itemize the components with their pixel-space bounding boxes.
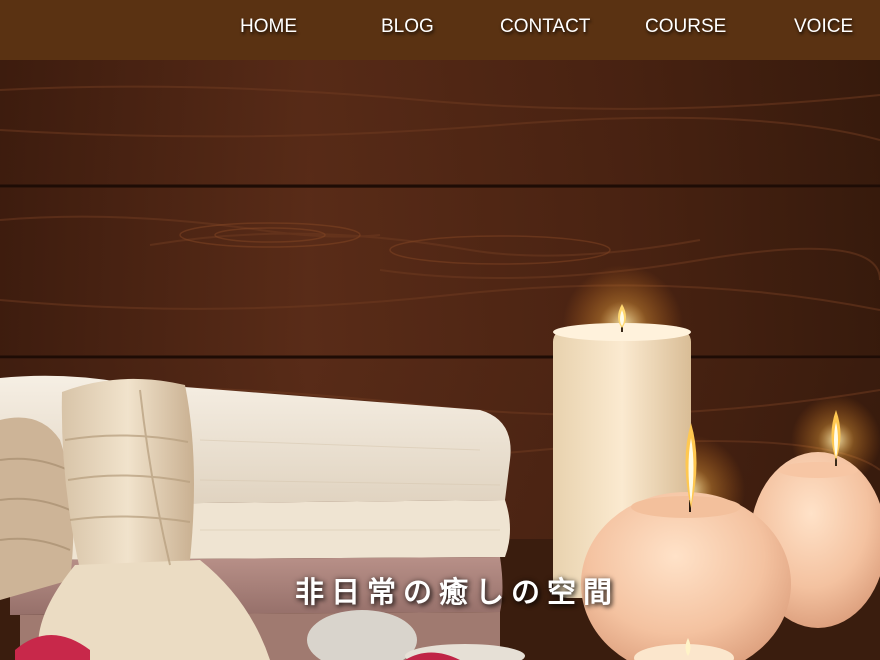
nav-home-link[interactable]: HOME bbox=[240, 16, 297, 38]
nav-contact-link[interactable]: CONTACT bbox=[500, 16, 590, 38]
nav-voice-link[interactable]: VOICE bbox=[794, 16, 853, 38]
nav-course-link[interactable]: COURSE bbox=[645, 16, 726, 38]
hero-tagline: 非日常の癒しの空間 bbox=[294, 575, 619, 609]
top-nav-bar: HOME BLOG CONTACT COURSE VOICE bbox=[0, 0, 880, 60]
nav-blog-link[interactable]: BLOG bbox=[381, 16, 434, 38]
